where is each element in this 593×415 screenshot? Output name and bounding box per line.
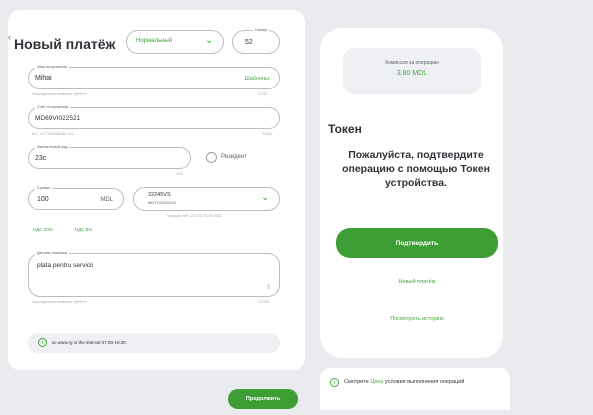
recipient-name-hint: Запрещённые символы: !@#$ и т (32, 92, 88, 96)
view-history-link[interactable]: Посмотреть историю (336, 316, 498, 322)
confirm-button[interactable]: Подтвердить (336, 228, 498, 258)
recipient-name-counter: 11/35 (258, 92, 267, 96)
payment-type-value: Нормальный (136, 38, 173, 44)
resident-label: Резидент (221, 154, 247, 160)
amount-value: 100 (37, 196, 49, 203)
conditions-note (320, 368, 510, 410)
payment-details-hint: Запрещённые символы: !@#$ и т (32, 300, 88, 304)
recipient-name-value: Mihai (35, 75, 52, 82)
payment-details-counter: 21/105 (258, 300, 269, 304)
currency-label: MDL (100, 197, 113, 203)
back-arrow-icon[interactable]: ‹ (8, 32, 11, 42)
conditions-link[interactable]: Ценэ (370, 379, 383, 385)
templates-link[interactable]: Шаблоны (245, 76, 269, 82)
vat-20-link[interactable]: НДС 20% (33, 227, 53, 232)
payment-type-select[interactable]: Нормальный ⌄ (126, 30, 224, 54)
debit-account-line2: MD77VI022224 (148, 200, 176, 205)
fiscal-code-label: Фискальный код (35, 144, 70, 149)
amount-field[interactable]: Сумма 100 MDL (28, 185, 124, 210)
payment-number-value: 52 (245, 39, 253, 46)
debit-account-select[interactable]: 22245VS MD77VI022224 ⌄ (133, 187, 280, 211)
recipient-account-label: Счёт получателя (35, 104, 71, 109)
conditions-note-prefix: Смотрите (344, 379, 369, 385)
conditions-note-text: Смотрите Ценэ условия выполнения операци… (344, 378, 504, 387)
chevron-down-icon: ⌄ (205, 35, 214, 46)
recipient-bank-hint: B.C. VICTORIABANK S.A. (32, 132, 75, 136)
payment-number-field[interactable]: Номер 52 (232, 27, 280, 54)
commission-value: 3.80 MDL (396, 70, 428, 77)
new-payment-link[interactable]: Новый платёж (336, 279, 498, 285)
commission-box: Комиссия за операцию 3.80 MDL (343, 48, 481, 94)
fiscal-code-counter: 3/20 (176, 172, 183, 176)
payment-details-field[interactable]: Детали платежа plata pentru servicii ⇕ (28, 250, 280, 297)
page-title: Новый платёж (14, 36, 116, 52)
fiscal-code-value: 23c (35, 155, 47, 162)
payment-number-label: Номер (253, 27, 270, 32)
conditions-note-suffix: условия выполнения операций (384, 379, 465, 385)
chevron-down-icon: ⌄ (261, 192, 270, 203)
token-heading: Токен (328, 122, 362, 136)
debit-account-hint: Текущий счёт: 23 455 750.80 MDL (166, 214, 223, 218)
info-icon: i (38, 338, 47, 347)
fiscal-code-field[interactable]: Фискальный код 23c (28, 144, 191, 169)
commission-label: Комиссия за операцию (385, 60, 439, 66)
recipient-name-label: Имя получателя (35, 64, 70, 69)
payment-details-value: plata pentru servicii (37, 262, 93, 269)
recipient-bic-hint: SAQA (262, 132, 272, 136)
continue-button[interactable]: Продолжить (228, 389, 298, 409)
recipient-account-field[interactable]: Счёт получателя MD69VI022521 (28, 104, 280, 129)
token-message: Пожалуйста, подтвердите операцию с помощ… (342, 149, 490, 189)
info-icon: i (330, 378, 339, 387)
info-banner-text: ко www.rg in the interval 07:00-19:30 (52, 340, 126, 345)
debit-account-line1: 22245VS (148, 192, 171, 198)
recipient-account-value: MD69VI022521 (35, 115, 81, 122)
vat-8-link[interactable]: НДС 8% (75, 227, 92, 232)
recipient-name-field[interactable]: Имя получателя Mihai Шаблоны (28, 64, 280, 89)
info-banner: i ко www.rg in the interval 07:00-19:30 (28, 333, 280, 353)
payment-details-label: Детали платежа (35, 250, 69, 255)
amount-label: Сумма (35, 185, 52, 190)
resident-radio[interactable] (206, 152, 217, 163)
resize-handle-icon[interactable]: ⇕ (266, 284, 271, 291)
